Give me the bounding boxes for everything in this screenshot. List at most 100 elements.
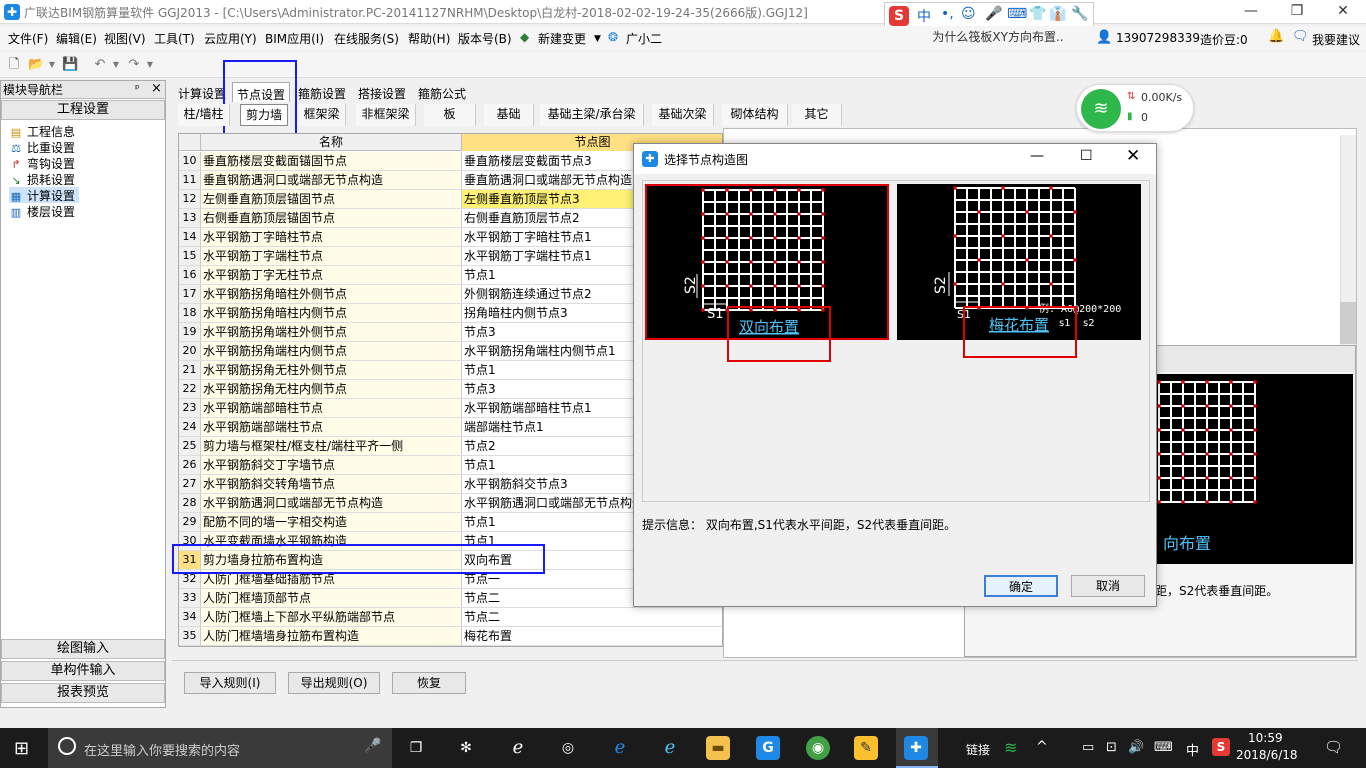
nav-floor[interactable]: ▥ 楼层设置	[9, 203, 75, 219]
tray-expand-icon[interactable]: ^	[1036, 739, 1048, 755]
tab-stirrup-settings[interactable]: 箍筋设置	[294, 82, 351, 102]
open-dropdown-icon[interactable]: ▼	[44, 57, 60, 73]
punctuation-icon[interactable]: •,	[941, 6, 954, 22]
keyboard-icon[interactable]: ⌨	[1007, 6, 1027, 22]
swirl-app-icon[interactable]: ◎	[556, 736, 580, 760]
export-rules-button[interactable]: 导出规则(O)	[288, 672, 380, 694]
table-row[interactable]: 35 人防门框墙墙身拉筋布置构造 梅花布置	[179, 627, 722, 646]
tab-stirrup-formula[interactable]: 箍筋公式	[414, 82, 471, 102]
user-icon[interactable]: 👕	[1029, 6, 1046, 22]
battery-tray-icon[interactable]: ▭	[1082, 740, 1094, 755]
nav-density[interactable]: ⚖ 比重设置	[9, 139, 75, 155]
network-widget[interactable]: ≋ ⇅ 0.00K/s ▮ 0	[1076, 84, 1194, 132]
nav-calc-settings[interactable]: ▦ 计算设置	[9, 187, 79, 203]
network-tray-icon[interactable]: ⊡	[1106, 740, 1117, 755]
suggest-link[interactable]: 我要建议	[1312, 31, 1360, 48]
section-component-input[interactable]: 单构件输入	[1, 661, 165, 681]
volume-icon[interactable]: 🔊	[1128, 740, 1144, 755]
scrollbar-thumb[interactable]	[1340, 302, 1356, 344]
menu-view[interactable]: 视图(V)	[104, 30, 146, 47]
ime-lang[interactable]: 中	[1186, 740, 1199, 759]
restore-button[interactable]: 恢复	[392, 672, 466, 694]
pin-icon[interactable]: ᵖ	[135, 82, 140, 95]
save-icon[interactable]: 💾	[62, 57, 78, 73]
new-file-icon[interactable]: 🗋	[6, 57, 22, 73]
subtab-frame-beam[interactable]: 框架梁	[298, 104, 346, 126]
emoji-icon[interactable]: ☺	[961, 6, 976, 22]
menu-file[interactable]: 文件(F)	[8, 30, 48, 47]
menu-tools[interactable]: 工具(T)	[154, 30, 195, 47]
edge-icon[interactable]: ℯ	[608, 736, 632, 760]
notification-icon[interactable]: 🗨	[1324, 738, 1343, 756]
cancel-button[interactable]: 取消	[1071, 575, 1145, 597]
dialog-close-button[interactable]: ✕	[1126, 146, 1140, 166]
sogou-tray-icon[interactable]: S	[1212, 738, 1230, 756]
notepad-app-icon[interactable]: ✎	[854, 736, 878, 760]
windows-start-icon[interactable]: ⊞	[14, 738, 29, 759]
nav-project-info[interactable]: ▤ 工程信息	[9, 123, 75, 139]
green-app-icon[interactable]: ◉	[806, 736, 830, 760]
wifi-tray-icon[interactable]: ≋	[1004, 738, 1017, 757]
navigator-close-icon[interactable]: ×	[151, 81, 162, 96]
subtab-foundation-sub-beam[interactable]: 基础次梁	[652, 104, 714, 126]
edge-legacy-icon[interactable]: ℯ	[506, 736, 530, 760]
menu-bim[interactable]: BIM应用(I)	[265, 30, 324, 47]
open-folder-icon[interactable]: 📂	[28, 57, 44, 73]
bell-icon[interactable]: 🔔	[1268, 29, 1284, 44]
subtab-masonry[interactable]: 砌体结构	[722, 104, 788, 126]
tab-calc-settings[interactable]: 计算设置	[174, 82, 231, 102]
subtab-foundation[interactable]: 基础	[484, 104, 534, 126]
subtab-column[interactable]: 柱/墙柱	[178, 104, 230, 126]
ie-icon[interactable]: ℯ	[658, 736, 682, 760]
section-report-preview[interactable]: 报表预览	[1, 683, 165, 703]
file-explorer-icon[interactable]: ▬	[706, 736, 730, 760]
redo-dropdown-icon[interactable]: ▼	[142, 57, 158, 73]
nav-loss[interactable]: ↘ 损耗设置	[9, 171, 75, 187]
sogou-icon[interactable]: S	[889, 6, 909, 26]
task-view-icon[interactable]: ❐	[404, 736, 428, 760]
clock-time[interactable]: 10:59	[1248, 731, 1283, 745]
dropdown-arrow-icon[interactable]: ▼	[594, 34, 601, 44]
section-project-settings[interactable]: 工程设置	[1, 100, 165, 120]
menu-edit[interactable]: 编辑(E)	[56, 30, 97, 47]
row-node-value[interactable]: 梅花布置	[462, 627, 722, 645]
section-drawing-input[interactable]: 绘图输入	[1, 639, 165, 659]
menu-new-change[interactable]: 新建变更	[538, 30, 586, 47]
tab-lap-settings[interactable]: 搭接设置	[354, 82, 411, 102]
undo-dropdown-icon[interactable]: ▼	[108, 57, 124, 73]
menu-online[interactable]: 在线服务(S)	[334, 30, 399, 47]
phone-number[interactable]: 13907298339	[1116, 31, 1200, 45]
undo-icon[interactable]: ↶	[92, 57, 108, 73]
redo-icon[interactable]: ↷	[126, 57, 142, 73]
menu-assistant[interactable]: 广小二	[626, 30, 662, 47]
row-node-value[interactable]: 节点二	[462, 608, 722, 626]
menu-help[interactable]: 帮助(H)	[408, 30, 450, 47]
menu-cloud[interactable]: 云应用(Y)	[204, 30, 257, 47]
table-row[interactable]: 34 人防门框墙上下部水平纵筋端部节点 节点二	[179, 608, 722, 627]
dialog-minimize-button[interactable]: —	[1030, 148, 1044, 164]
taskbar-search[interactable]: 在这里输入你要搜索的内容 🎤	[48, 728, 392, 768]
promo-link[interactable]: 为什么筏板XY方向布置..	[904, 26, 1092, 48]
link-label[interactable]: 链接	[966, 741, 990, 758]
wrench-icon[interactable]: 🔧	[1071, 6, 1088, 22]
ime-chinese-icon[interactable]: 中	[917, 6, 931, 26]
mic-icon[interactable]: 🎤	[364, 738, 381, 754]
skin-icon[interactable]: 👔	[1049, 6, 1066, 22]
subtab-foundation-main-beam[interactable]: 基础主梁/承台梁	[540, 104, 644, 126]
subtab-slab[interactable]: 板	[424, 104, 476, 126]
subtab-nonframe-beam[interactable]: 非框架梁	[356, 104, 416, 126]
menu-version[interactable]: 版本号(B)	[458, 30, 512, 47]
close-button[interactable]: ✕	[1320, 0, 1366, 24]
dialog-maximize-button[interactable]: ☐	[1080, 148, 1093, 164]
restore-button[interactable]: ❐	[1274, 0, 1320, 24]
ok-button[interactable]: 确定	[984, 575, 1058, 597]
fan-app-icon[interactable]: ✻	[454, 736, 478, 760]
subtab-other[interactable]: 其它	[792, 104, 842, 126]
glodon-g-icon[interactable]: G	[756, 736, 780, 760]
mic-icon[interactable]: 🎤	[985, 6, 1002, 22]
keyboard-tray-icon[interactable]: ⌨	[1154, 740, 1173, 755]
nav-hook[interactable]: ↱ 弯钩设置	[9, 155, 75, 171]
minimize-button[interactable]: —	[1228, 0, 1274, 24]
import-rules-button[interactable]: 导入规则(I)	[184, 672, 276, 694]
subtab-shear-wall[interactable]: 剪力墙	[240, 104, 288, 126]
